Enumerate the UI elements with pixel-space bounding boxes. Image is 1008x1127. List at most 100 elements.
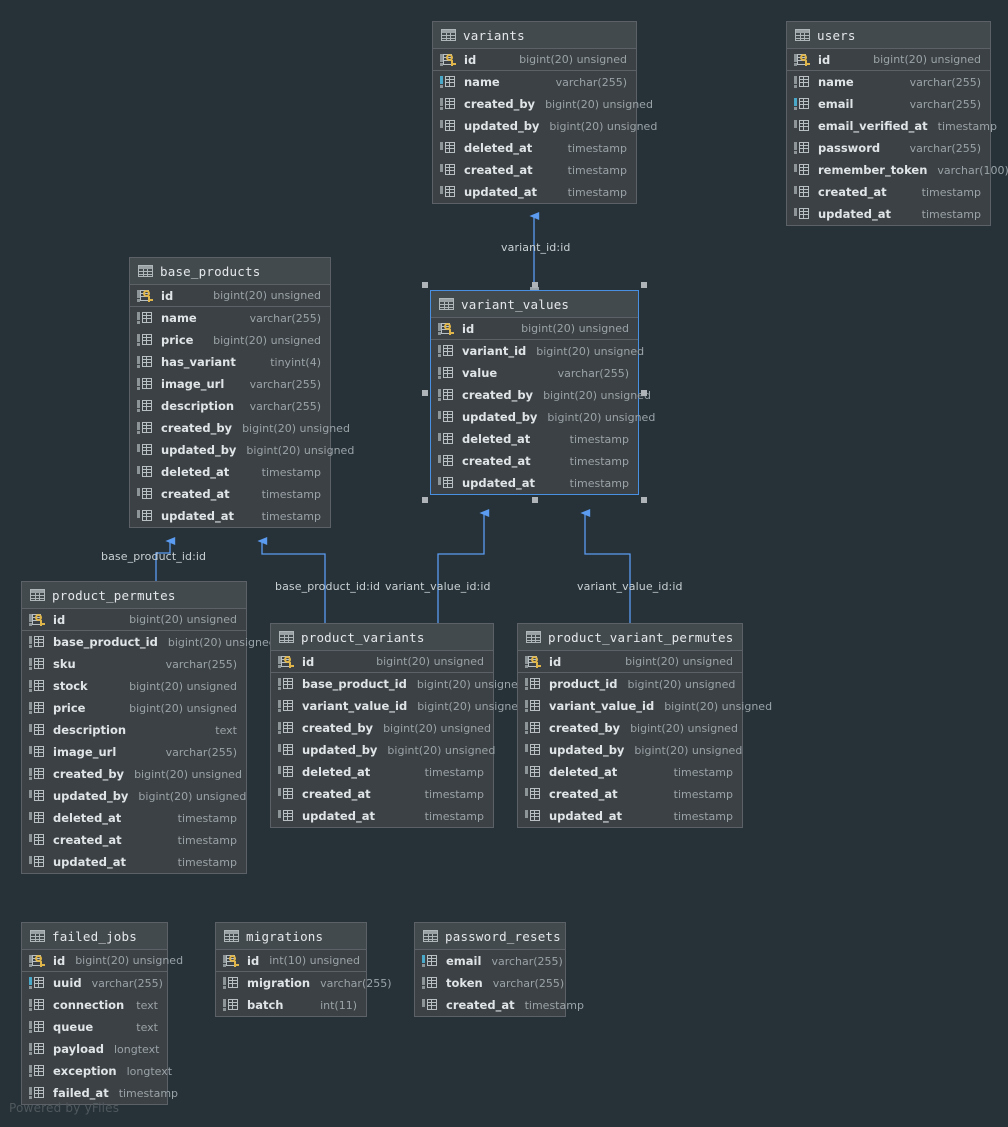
table-node-failed_jobs[interactable]: failed_jobs id bigint(20) unsigned uuid varc… [21,922,183,1105]
column-row[interactable]: stock bigint(20) unsigned [22,675,246,697]
column-row[interactable]: created_by bigint(20) unsigned [433,93,653,115]
column-row[interactable]: updated_by bigint(20) unsigned [431,406,655,428]
table-node-variants[interactable]: variants id bigint(20) unsigned name varchar… [432,21,657,204]
column-row[interactable]: deleted_at timestamp [433,137,636,159]
column-row[interactable]: created_at timestamp [22,829,246,851]
column-row[interactable]: updated_at timestamp [22,851,246,873]
column-row[interactable]: image_url varchar(255) [130,373,330,395]
column-row-primary-key[interactable]: id bigint(20) unsigned [130,285,330,307]
column-row-primary-key[interactable]: id bigint(20) unsigned [431,318,638,340]
resize-handle-7[interactable] [641,497,647,503]
column-row[interactable]: updated_at timestamp [433,181,636,203]
table-node-base_products[interactable]: base_products id bigint(20) unsigned name va… [129,257,354,528]
edge-label-product-variants-to-base-products[interactable]: base_product_id:id [275,580,380,593]
column-row[interactable]: token varchar(255) [415,972,565,994]
column-row[interactable]: value varchar(255) [431,362,638,384]
column-row[interactable]: exception longtext [22,1060,172,1082]
column-row-primary-key[interactable]: id bigint(20) unsigned [22,950,183,972]
table-header-password_resets[interactable]: password_resets [415,923,565,950]
table-header-users[interactable]: users [787,22,990,49]
column-row[interactable]: updated_at timestamp [271,805,493,827]
column-row[interactable]: updated_by bigint(20) unsigned [22,785,246,807]
table-node-variant_values[interactable]: variant_values id bigint(20) unsigned varia… [430,290,655,495]
edge-label-product-variants-to-variant-values[interactable]: variant_value_id:id [385,580,491,593]
table-node-migrations[interactable]: migrations id int(10) unsigned migration var… [215,922,392,1017]
column-row[interactable]: email_verified_at timestamp [787,115,997,137]
column-row[interactable]: updated_by bigint(20) unsigned [130,439,354,461]
column-row[interactable]: updated_at timestamp [518,805,742,827]
column-row[interactable]: email varchar(255) [415,950,565,972]
resize-handle-6[interactable] [531,497,538,503]
er-diagram-canvas[interactable]: variant_id:id base_product_id:id base_prod… [0,0,1008,1127]
column-row-primary-key[interactable]: id bigint(20) unsigned [271,651,493,673]
column-row[interactable]: deleted_at timestamp [271,761,493,783]
column-row[interactable]: created_at timestamp [431,450,638,472]
column-row[interactable]: base_product_id bigint(20) unsigned [271,673,525,695]
column-row-primary-key[interactable]: id int(10) unsigned [216,950,366,972]
column-row-primary-key[interactable]: id bigint(20) unsigned [433,49,636,71]
column-row[interactable]: deleted_at timestamp [518,761,742,783]
edge-label-product-permutes-to-base-products[interactable]: base_product_id:id [101,550,206,563]
column-row[interactable]: created_at timestamp [130,483,330,505]
table-header-product_variant_permutes[interactable]: product_variant_permutes [518,624,742,651]
column-row[interactable]: created_by bigint(20) unsigned [130,417,350,439]
column-row[interactable]: created_at timestamp [433,159,636,181]
column-row[interactable]: price bigint(20) unsigned [130,329,330,351]
column-row[interactable]: payload longtext [22,1038,167,1060]
resize-handle-0[interactable] [422,282,428,288]
column-row[interactable]: deleted_at timestamp [431,428,638,450]
column-row[interactable]: created_by bigint(20) unsigned [22,763,246,785]
column-row[interactable]: connection text [22,994,167,1016]
column-row[interactable]: description text [22,719,246,741]
column-row[interactable]: created_by bigint(20) unsigned [271,717,493,739]
column-row[interactable]: created_by bigint(20) unsigned [431,384,651,406]
column-row[interactable]: remember_token varchar(100) [787,159,1008,181]
column-row-primary-key[interactable]: id bigint(20) unsigned [518,651,742,673]
column-row[interactable]: created_at timestamp [787,181,990,203]
column-row[interactable]: migration varchar(255) [216,972,392,994]
table-header-product_permutes[interactable]: product_permutes [22,582,246,609]
table-header-failed_jobs[interactable]: failed_jobs [22,923,167,950]
column-row[interactable]: name varchar(255) [130,307,330,329]
table-header-migrations[interactable]: migrations [216,923,366,950]
column-row[interactable]: created_by bigint(20) unsigned [518,717,742,739]
table-node-product_permutes[interactable]: product_permutes id bigint(20) unsigned bas… [21,581,276,874]
column-row[interactable]: email varchar(255) [787,93,990,115]
column-row[interactable]: price bigint(20) unsigned [22,697,246,719]
table-node-product_variant_permutes[interactable]: product_variant_permutes id bigint(20) uns… [517,623,772,828]
edge-label-product-variant-permutes-to-variant-values[interactable]: variant_value_id:id [577,580,683,593]
resize-handle-5[interactable] [422,497,428,503]
column-row[interactable]: created_at timestamp [518,783,742,805]
table-node-password_resets[interactable]: password_resets email varchar(255) token var… [414,922,584,1017]
column-row[interactable]: updated_by bigint(20) unsigned [271,739,495,761]
column-row[interactable]: variant_id bigint(20) unsigned [431,340,644,362]
column-row[interactable]: image_url varchar(255) [22,741,246,763]
table-node-users[interactable]: users id bigint(20) unsigned name varchar(25… [786,21,1008,226]
column-row[interactable]: updated_at timestamp [130,505,330,527]
column-row[interactable]: updated_by bigint(20) unsigned [518,739,742,761]
column-row[interactable]: deleted_at timestamp [130,461,330,483]
column-row-primary-key[interactable]: id bigint(20) unsigned [787,49,990,71]
column-row[interactable]: has_variant tinyint(4) [130,351,330,373]
column-row[interactable]: description varchar(255) [130,395,330,417]
column-row[interactable]: password varchar(255) [787,137,990,159]
column-row[interactable]: uuid varchar(255) [22,972,167,994]
resize-handle-4[interactable] [641,389,647,396]
column-row[interactable]: variant_value_id bigint(20) unsigned [271,695,525,717]
column-row[interactable]: product_id bigint(20) unsigned [518,673,742,695]
column-row[interactable]: updated_at timestamp [431,472,638,494]
table-header-variant_values[interactable]: variant_values [431,291,638,318]
column-row[interactable]: updated_at timestamp [787,203,990,225]
column-row-primary-key[interactable]: id bigint(20) unsigned [22,609,246,631]
table-header-product_variants[interactable]: product_variants [271,624,493,651]
column-row[interactable]: name varchar(255) [787,71,990,93]
resize-handle-1[interactable] [531,282,538,288]
column-row[interactable]: created_at timestamp [415,994,584,1016]
column-row[interactable]: queue text [22,1016,167,1038]
table-node-product_variants[interactable]: product_variants id bigint(20) unsigned bas… [270,623,525,828]
resize-handle-3[interactable] [422,389,428,396]
column-row[interactable]: deleted_at timestamp [22,807,246,829]
resize-handle-2[interactable] [641,282,647,288]
column-row[interactable]: name varchar(255) [433,71,636,93]
column-row[interactable]: base_product_id bigint(20) unsigned [22,631,276,653]
